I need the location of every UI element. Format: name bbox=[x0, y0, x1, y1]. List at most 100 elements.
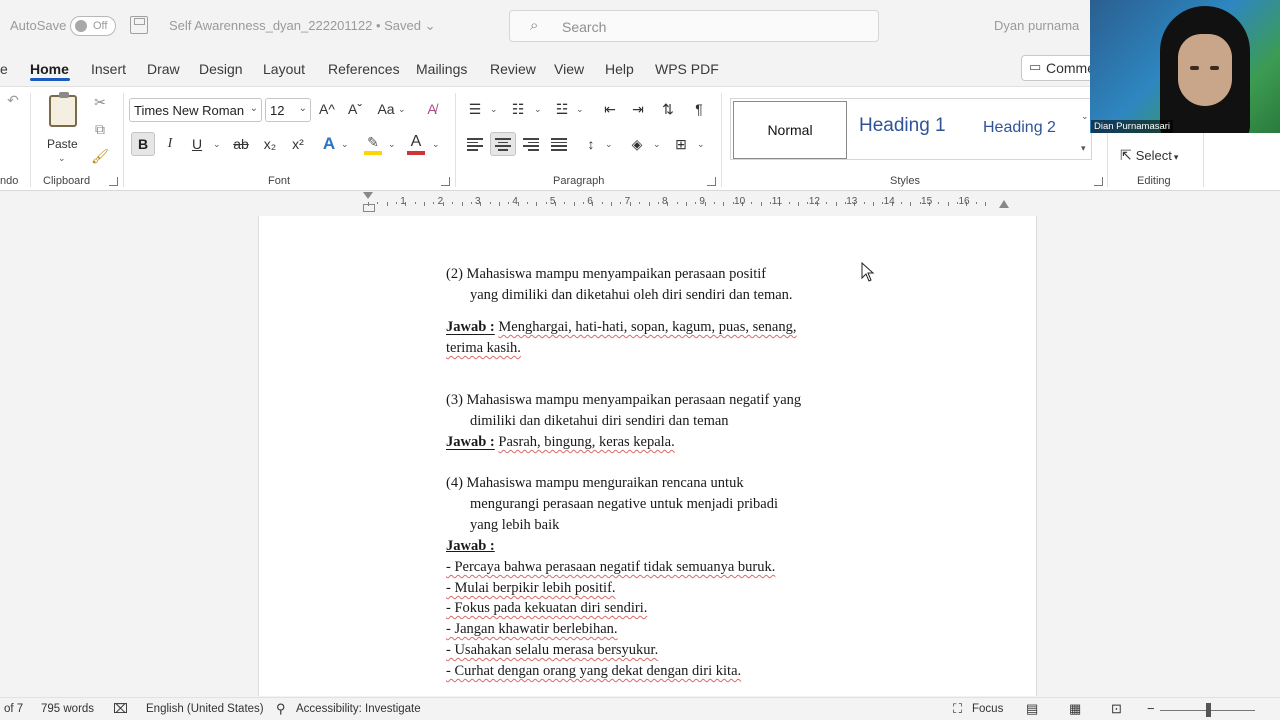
font-size-select[interactable]: 12 ⌄ bbox=[265, 98, 311, 122]
change-case-icon[interactable]: Aa bbox=[374, 98, 398, 120]
print-layout-icon[interactable]: ▦ bbox=[1069, 701, 1081, 717]
align-right-icon[interactable] bbox=[523, 138, 539, 151]
format-painter-icon[interactable]: 🖌 bbox=[89, 145, 111, 167]
styles-launcher-icon[interactable] bbox=[1094, 177, 1103, 186]
line-spacing-icon[interactable]: ↕ bbox=[580, 133, 602, 155]
read-mode-icon[interactable]: ▤ bbox=[1026, 701, 1038, 717]
comments-button[interactable]: Comments bbox=[1021, 55, 1101, 81]
language-status[interactable]: English (United States) bbox=[146, 703, 264, 715]
tab-file-cut[interactable]: e bbox=[0, 61, 8, 77]
italic-button[interactable]: I bbox=[159, 133, 181, 155]
shading-icon[interactable]: ◈ bbox=[626, 133, 648, 155]
strikethrough-button[interactable]: ab bbox=[230, 133, 252, 155]
answer-4-label: Jawab : bbox=[446, 538, 495, 555]
list-item: - Mulai berpikir lebih positif. bbox=[446, 580, 616, 596]
tab-home[interactable]: Home bbox=[30, 61, 69, 77]
item-3-text: Mahasiswa mampu menyampaikan perasaan ne… bbox=[466, 392, 802, 408]
ruler-tick bbox=[760, 202, 762, 206]
multilevel-list-icon[interactable]: ☳ bbox=[551, 98, 573, 120]
item-4-line-1: (4) Mahasiswa mampu menguraikan rencana … bbox=[446, 475, 744, 492]
ruler-tick bbox=[526, 202, 528, 204]
shrink-font-icon[interactable]: Aˇ bbox=[344, 98, 366, 120]
subscript-button[interactable]: x₂ bbox=[259, 133, 281, 155]
tab-insert[interactable]: Insert bbox=[91, 61, 126, 77]
ruler-tick bbox=[573, 202, 575, 206]
clipboard-launcher-icon[interactable] bbox=[109, 177, 118, 186]
font-family-select[interactable]: Times New Roman ⌄ bbox=[129, 98, 262, 122]
copy-icon[interactable]: ⧉ bbox=[89, 118, 111, 140]
tab-review[interactable]: Review bbox=[490, 61, 536, 77]
ruler-number: 8 bbox=[662, 196, 668, 207]
proofing-icon[interactable]: ⌧ bbox=[113, 701, 128, 717]
focus-button[interactable]: Focus bbox=[972, 703, 1003, 715]
tab-view[interactable]: View bbox=[554, 61, 584, 77]
style-heading-2[interactable]: Heading 2 bbox=[983, 119, 1056, 137]
chevron-down-icon: ⌄ bbox=[58, 153, 66, 163]
indent-marker[interactable] bbox=[363, 192, 375, 216]
show-formatting-icon[interactable]: ¶ bbox=[688, 98, 710, 120]
decrease-indent-icon[interactable]: ⇤ bbox=[599, 98, 621, 120]
web-layout-icon[interactable]: ⊡ bbox=[1111, 701, 1122, 717]
bold-button[interactable]: B bbox=[131, 132, 155, 156]
chevron-down-icon: ▾ bbox=[1173, 152, 1179, 162]
accessibility-status[interactable]: Accessibility: Investigate bbox=[296, 703, 421, 715]
bullets-icon[interactable]: ☰ bbox=[464, 98, 486, 120]
tab-design[interactable]: Design bbox=[199, 61, 243, 77]
tab-mailings[interactable]: Mailings bbox=[416, 61, 467, 77]
tab-layout[interactable]: Layout bbox=[263, 61, 305, 77]
sort-icon[interactable]: ⇅ bbox=[657, 98, 679, 120]
ruler-tick bbox=[985, 202, 987, 206]
ruler-tick bbox=[863, 202, 865, 204]
tab-draw[interactable]: Draw bbox=[147, 61, 180, 77]
zoom-out-icon[interactable]: − bbox=[1147, 701, 1155, 716]
cut-icon[interactable]: ✂ bbox=[89, 91, 111, 113]
group-divider bbox=[30, 93, 31, 187]
ribbon: ndo ↶ Paste ⌄ ✂ ⧉ 🖌 Clipboard Times New … bbox=[0, 86, 1280, 191]
zoom-slider-thumb[interactable] bbox=[1206, 703, 1211, 717]
save-icon[interactable] bbox=[130, 16, 148, 34]
list-item: - Usahakan selalu merasa bersyukur. bbox=[446, 642, 659, 658]
highlighter-icon[interactable]: ✎ bbox=[362, 131, 384, 153]
horizontal-ruler[interactable]: 1 2 3 4 5 6 7 8 9 10 11 12 13 14 15 16 bbox=[258, 194, 1038, 212]
user-name[interactable]: Dyan purnama bbox=[994, 18, 1079, 33]
tab-wps-pdf[interactable]: WPS PDF bbox=[655, 61, 719, 77]
clear-formatting-icon[interactable]: A̸ bbox=[421, 98, 443, 120]
ruler-tick bbox=[564, 202, 566, 204]
justify-icon[interactable] bbox=[551, 138, 567, 151]
select-label: Select bbox=[1135, 148, 1172, 163]
word-count[interactable]: 795 words bbox=[41, 703, 94, 715]
list-item: - Jangan khawatir berlebihan. bbox=[446, 621, 618, 637]
chevron-down-icon: ⌄ bbox=[576, 104, 584, 114]
tab-help[interactable]: Help bbox=[605, 61, 634, 77]
align-left-icon[interactable] bbox=[467, 138, 483, 151]
superscript-button[interactable]: x² bbox=[287, 133, 309, 155]
grow-font-icon[interactable]: A^ bbox=[316, 98, 338, 120]
styles-more-icon[interactable]: ▾ bbox=[1081, 143, 1086, 154]
numbering-icon[interactable]: ☷ bbox=[507, 98, 529, 120]
ruler-tick bbox=[386, 202, 388, 206]
style-normal[interactable]: Normal bbox=[733, 101, 847, 159]
chevron-down-icon: ⌄ bbox=[605, 139, 613, 149]
styles-group-label: Styles bbox=[890, 175, 920, 187]
font-color-icon[interactable]: A bbox=[405, 131, 427, 153]
font-launcher-icon[interactable] bbox=[441, 177, 450, 186]
accessibility-icon: ⚲ bbox=[276, 701, 286, 716]
autosave-toggle[interactable]: Off bbox=[70, 16, 116, 36]
undo-icon[interactable]: ↶ bbox=[2, 89, 24, 111]
increase-indent-icon[interactable]: ⇥ bbox=[627, 98, 649, 120]
search-box[interactable]: ⌕ Search bbox=[509, 10, 879, 42]
page-count[interactable]: of 7 bbox=[4, 703, 23, 715]
paragraph-launcher-icon[interactable] bbox=[707, 177, 716, 186]
right-indent-marker[interactable] bbox=[999, 200, 1009, 208]
select-button[interactable]: ⇱ Select ▾ bbox=[1120, 147, 1178, 164]
align-center-button[interactable] bbox=[490, 132, 516, 156]
style-heading-1[interactable]: Heading 1 bbox=[859, 115, 946, 137]
focus-icon: ⛶ bbox=[953, 701, 963, 716]
underline-button[interactable]: U bbox=[186, 133, 208, 155]
paste-button[interactable]: Paste ⌄ bbox=[40, 92, 86, 167]
borders-icon[interactable]: ⊞ bbox=[670, 133, 692, 155]
text-effects-icon[interactable]: A bbox=[318, 133, 340, 155]
tab-references[interactable]: References bbox=[328, 61, 400, 77]
styles-scroll-down-icon[interactable]: ⌄ bbox=[1081, 111, 1089, 122]
document-title[interactable]: Self Awarenness_dyan_222201122 • Saved ⌄ bbox=[169, 18, 436, 34]
